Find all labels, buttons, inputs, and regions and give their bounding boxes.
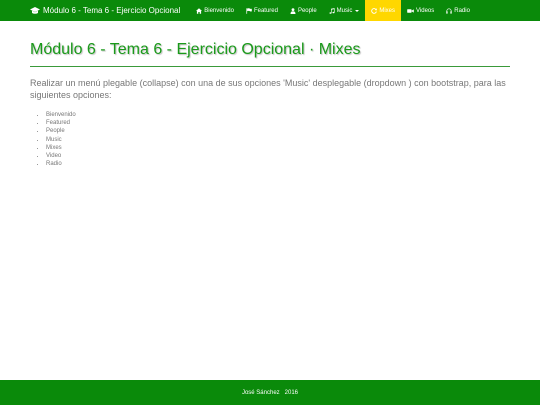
list-item: Bienvenido xyxy=(46,111,510,119)
intro-paragraph: Realizar un menú plegable (collapse) con… xyxy=(30,78,506,100)
nav-item-videos[interactable]: Videos xyxy=(401,0,440,21)
navbar-brand-label: Módulo 6 - Tema 6 - Ejercicio Opcional xyxy=(43,6,181,15)
top-navbar: Módulo 6 - Tema 6 - Ejercicio Opcional B… xyxy=(0,0,540,21)
nav-item-people[interactable]: People xyxy=(284,0,323,21)
list-item: Featured xyxy=(46,119,510,127)
nav-item-label: Featured xyxy=(253,7,278,14)
nav-item-label: Videos xyxy=(416,7,435,14)
nav-item-music-dropdown[interactable]: Music xyxy=(323,0,366,21)
nav-item-label: Bienvenido xyxy=(204,7,234,14)
list-item: Music xyxy=(46,136,510,144)
nav-item-featured[interactable]: Featured xyxy=(240,0,284,21)
main-content: Módulo 6 - Tema 6 - Ejercicio Opcional ·… xyxy=(30,40,510,168)
video-icon xyxy=(407,8,414,13)
footer-text: José Sánchez 2016 xyxy=(241,389,299,396)
nav-item-label: Mixes xyxy=(379,7,395,14)
graduation-cap-icon xyxy=(30,6,40,14)
music-icon xyxy=(329,7,335,14)
headphones-icon xyxy=(446,7,452,14)
chevron-down-icon xyxy=(355,9,360,12)
nav-item-bienvenido[interactable]: Bienvenido xyxy=(190,0,240,21)
list-item: Mixes xyxy=(46,144,510,152)
options-list: Bienvenido Featured People Music Mixes V… xyxy=(30,111,510,168)
nav-item-mixes[interactable]: Mixes xyxy=(365,0,401,21)
nav-item-label: People xyxy=(297,7,317,14)
page-footer: José Sánchez 2016 xyxy=(0,380,540,405)
nav-item-radio[interactable]: Radio xyxy=(440,0,476,21)
flag-icon xyxy=(246,7,252,14)
navbar-brand[interactable]: Módulo 6 - Tema 6 - Ejercicio Opcional xyxy=(0,0,186,21)
nav-item-label: Radio xyxy=(454,7,470,14)
navbar-menu: Bienvenido Featured People Music Mixes V… xyxy=(190,0,476,21)
home-icon xyxy=(196,7,203,14)
title-divider xyxy=(30,66,510,67)
page-title: Módulo 6 - Tema 6 - Ejercicio Opcional ·… xyxy=(30,41,361,58)
user-icon xyxy=(290,7,296,14)
nav-item-label: Music xyxy=(336,7,353,14)
list-item: Radio xyxy=(46,160,510,168)
list-item: People xyxy=(46,127,510,135)
refresh-icon xyxy=(371,7,378,14)
list-item: Video xyxy=(46,152,510,160)
